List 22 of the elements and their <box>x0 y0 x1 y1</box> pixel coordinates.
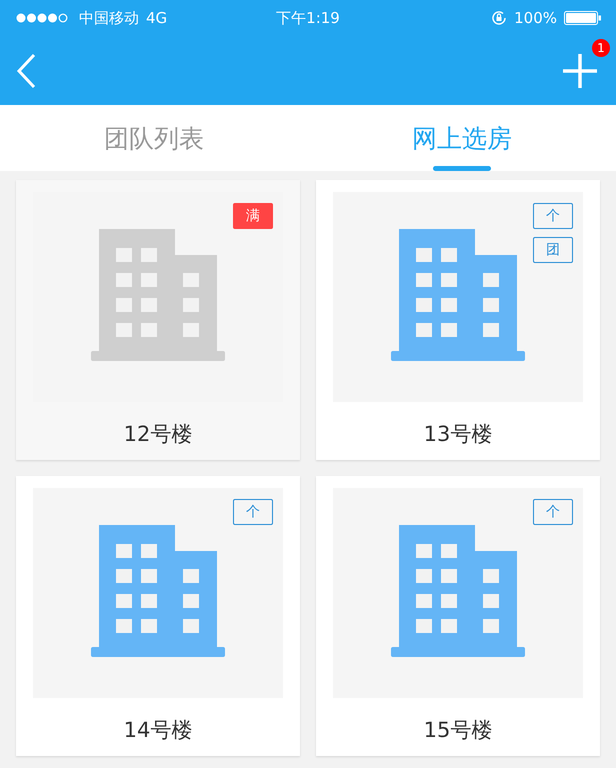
battery-icon <box>564 11 602 25</box>
building-name: 14号楼 <box>124 717 192 744</box>
building-card[interactable]: 个 团 13号楼 <box>316 180 600 460</box>
back-icon[interactable] <box>16 52 36 88</box>
battery-percent: 100% <box>514 9 557 27</box>
carrier-name: 中国移动 <box>79 8 139 28</box>
add-icon[interactable] <box>562 52 598 88</box>
rotation-lock-icon <box>491 10 508 26</box>
building-name: 12号楼 <box>124 421 192 448</box>
status-tag: 个 <box>233 499 273 525</box>
status-tag: 个 <box>533 203 573 229</box>
status-tag: 团 <box>533 237 573 263</box>
building-card[interactable]: 个 14号楼 <box>16 476 300 756</box>
building-name: 13号楼 <box>424 421 492 448</box>
clock-time: 下午1:19 <box>276 8 340 28</box>
notification-badge: 1 <box>592 38 610 56</box>
status-tag: 满 <box>233 203 273 229</box>
building-card[interactable]: 个 15号楼 <box>316 476 600 756</box>
network-type: 4G <box>146 9 168 27</box>
status-tag: 个 <box>533 499 573 525</box>
building-card[interactable]: 满 12号楼 <box>16 180 300 460</box>
building-name: 15号楼 <box>424 717 492 744</box>
